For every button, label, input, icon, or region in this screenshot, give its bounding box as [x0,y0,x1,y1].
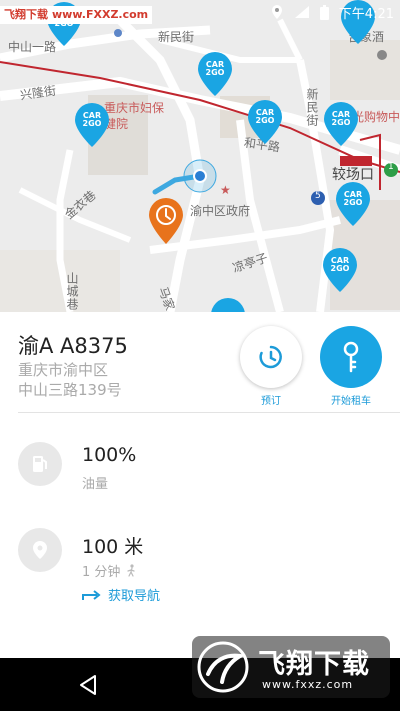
fuel-icon-circle [18,442,62,486]
map-label-hospital: 重庆市妇保健院 [104,101,165,131]
selected-pin-clock-icon [149,198,183,244]
car-pin[interactable]: CAR2GO [75,103,109,147]
car2go-pin-icon [211,298,245,312]
address-line-2: 中山三路139号 [18,381,122,399]
watermark-top: 飞翔下载 www.FXXZ.com [0,6,153,24]
car-pin[interactable]: CAR2GO [336,182,370,226]
back-triangle-icon[interactable] [78,674,98,696]
clock-icon [259,345,282,369]
selected-car-pin[interactable] [149,198,183,244]
pin-text-2go: 2GO [331,118,351,127]
pin-text-2go: 2GO [205,68,225,77]
signal-icon [294,6,309,18]
reserve-button[interactable]: 预订 [240,326,302,407]
svg-text:★: ★ [220,183,231,197]
watermark-logo-icon [197,641,249,693]
status-time: 下午4:21 [338,6,394,22]
vehicle-plate: 渝A A8375 [18,334,128,358]
pin-text-2go: 2GO [255,116,275,125]
get-navigation-link[interactable]: 获取导航 [82,585,160,604]
watermark-site: 飞翔下载 [4,8,48,21]
pin-text-2go: 2GO [330,264,350,273]
car-pin[interactable]: CAR2GO [324,102,358,146]
walk-time: 1 分钟 [82,561,136,580]
status-bar: 飞翔下载 www.FXXZ.com 下午4:21 [0,0,400,24]
map-label-xinmin-jie-2: 新民街 [305,88,319,127]
location-status-icon [271,5,282,19]
start-rental-label: 开始租车 [331,396,371,407]
location-icon [33,541,47,559]
car-pin[interactable] [211,298,245,312]
watermark-url: www.FXXZ.com [52,8,149,21]
turn-arrow-icon [82,589,101,600]
fuel-label: 油量 [82,477,109,492]
start-rental-button-circle[interactable] [320,326,382,388]
map-label-xinmin-jie: 新民街 [158,30,195,44]
watermark-bottom-url: www.fxxz.com [262,678,354,691]
get-navigation-label: 获取导航 [108,589,161,604]
watermark-bottom: 飞翔下载 www.fxxz.com [192,636,390,698]
fuel-pump-icon [33,456,47,472]
map-label-shancheng-xiang: 山城巷 [65,272,79,311]
map-label-jiaochangkou: 较场口 [332,167,374,183]
reserve-button-circle[interactable] [240,326,302,388]
fuel-value: 100% [82,444,137,466]
start-rental-button[interactable]: 开始租车 [320,326,382,407]
map-label-government: 渝中区政府 [190,204,251,218]
sheet-divider [18,412,400,413]
watermark-title: 飞翔下载 [258,649,370,680]
car-pin[interactable]: CAR2GO [248,100,282,144]
map-label-shopping: 光购物中 [352,110,400,124]
vehicle-detail-sheet: 渝A A8375 重庆市渝中区 中山三路139号 预订 开始租车 100% 油量… [0,312,400,658]
status-icons: 下午4:21 [270,2,394,22]
walking-icon [127,564,136,577]
address-line-1: 重庆市渝中区 [18,361,109,379]
pin-text-2go: 2GO [82,119,102,128]
distance-value: 100 米 [82,536,144,558]
metro-badge-5: 5 [315,191,321,201]
battery-icon [319,4,329,20]
metro-badge-1: 1 [388,162,394,172]
map-view[interactable]: ★ 中山一路 新民街 吉象酒 兴隆街 重庆市妇保健院 新民街 光购物中 和平路 … [0,0,400,312]
reserve-label: 预订 [261,396,281,407]
pin-text-2go: 2GO [343,198,363,207]
car-pin[interactable]: CAR2GO [198,52,232,96]
key-icon [343,341,359,373]
vehicle-address: 重庆市渝中区 中山三路139号 [18,360,122,400]
car-pin[interactable]: CAR2GO [323,248,357,292]
walk-time-text: 1 分钟 [82,565,121,580]
distance-icon-circle [18,528,62,572]
